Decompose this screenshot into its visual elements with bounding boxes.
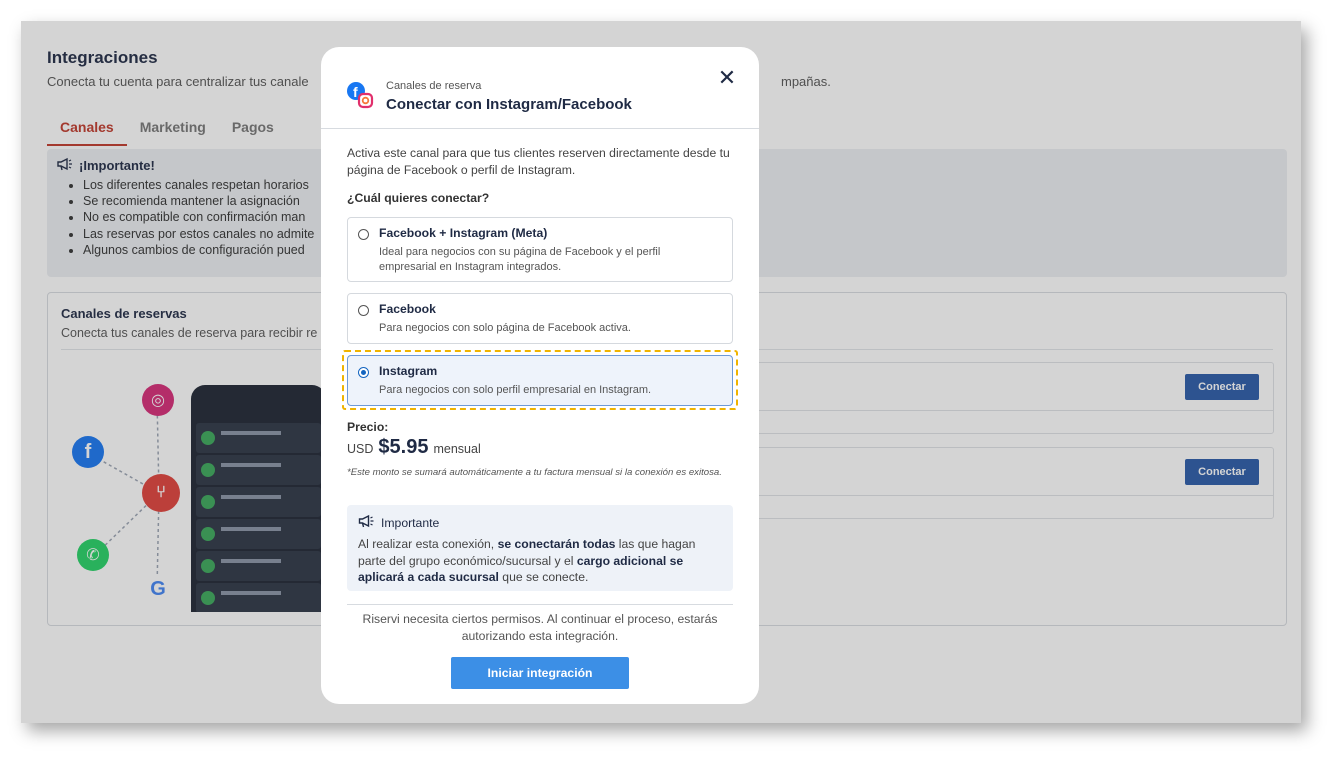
option-facebook-instagram[interactable]: Facebook + Instagram (Meta) Ideal para n…: [347, 217, 733, 282]
radio-button[interactable]: [358, 305, 369, 316]
important-text: Al realizar esta conexión, se conectarán…: [358, 537, 696, 584]
app-window: Integraciones Conecta tu cuenta para cen…: [21, 21, 1301, 723]
price: USD $5.95 mensual: [347, 436, 481, 459]
option-facebook[interactable]: Facebook Para negocios con solo página d…: [347, 293, 733, 344]
close-icon[interactable]: ✕: [717, 68, 737, 90]
modal-kicker: Canales de reserva: [386, 80, 482, 92]
option-title: Facebook + Instagram (Meta): [379, 226, 548, 240]
divider: [347, 604, 733, 605]
price-amount: $5.95: [378, 436, 429, 458]
option-description: Para negocios con solo página de Faceboo…: [379, 322, 631, 334]
price-period: mensual: [433, 442, 481, 456]
channel-question: ¿Cuál quieres conectar?: [347, 191, 490, 205]
permissions-text: Riservi necesita ciertos permisos. Al co…: [362, 612, 718, 643]
radio-button[interactable]: [358, 229, 369, 240]
option-description: Ideal para negocios con su página de Fac…: [379, 246, 661, 273]
divider: [321, 128, 759, 129]
pointer-arrow-icon: [738, 692, 759, 704]
svg-text:f: f: [353, 84, 358, 100]
highlight-frame: [342, 350, 738, 410]
facebook-instagram-icon: f: [346, 81, 374, 109]
modal-description: Activa este canal para que tus clientes …: [347, 146, 730, 177]
modal-title: Conectar con Instagram/Facebook: [386, 96, 632, 113]
option-title: Facebook: [379, 302, 436, 316]
megaphone-icon: [358, 514, 375, 531]
price-note: *Este monto se sumará automáticamente a …: [347, 467, 722, 478]
price-label: Precio:: [347, 420, 389, 434]
start-integration-button[interactable]: Iniciar integración: [451, 657, 629, 689]
important-box: Importante Al realizar esta conexión, se…: [347, 505, 733, 591]
connect-modal: f Canales de reserva Conectar con Instag…: [321, 47, 759, 704]
important-title: Importante: [381, 515, 440, 530]
price-currency: USD: [347, 442, 374, 456]
